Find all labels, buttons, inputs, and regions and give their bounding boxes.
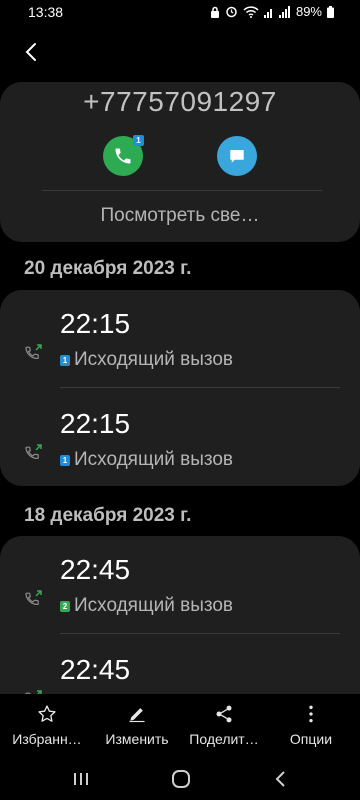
favorites-label: Избранн… [12,731,82,747]
phone-icon [115,148,131,164]
call-type-label: Исходящий вызов [74,449,234,470]
battery-percent: 89% [295,4,322,19]
call-time: 22:15 [60,408,131,439]
call-time: 22:45 [60,654,131,685]
system-nav-bar [0,758,360,800]
message-icon [230,150,244,163]
chevron-left-icon [25,43,36,61]
favorites-button[interactable]: Избранн… [2,694,92,758]
star-icon [38,705,56,722]
call-log-group: 22:45 2 Исходящий вызов 22:45 [0,536,360,696]
status-icons: 89% [210,4,334,19]
call-log-item[interactable]: 22:45 2 Исходящий вызов [0,550,360,646]
sim-badge: 1 [133,135,144,146]
home-button[interactable] [166,766,196,792]
back-nav-button[interactable] [266,766,296,792]
sim-badge: 1 [60,454,70,466]
chevron-left-icon [275,771,285,787]
phone-number: +77757091297 [83,86,277,117]
lock-icon [210,6,219,18]
call-type: 1 Исходящий вызов [60,449,233,471]
date-header: 20 декабря 2023 г. [24,258,192,279]
call-type: 1 Исходящий вызов [60,349,233,371]
call-time: 22:15 [60,308,131,339]
divider [42,190,322,191]
back-button[interactable] [18,38,46,66]
status-time: 13:38 [28,4,64,20]
pencil-icon [129,708,145,723]
call-log-item[interactable]: 22:45 [0,650,360,696]
call-log-group: 22:15 1 Исходящий вызов 22:15 1 Исходящи… [0,290,360,486]
share-label: Поделит… [189,731,259,747]
home-icon [172,770,190,788]
wifi-icon [243,5,259,18]
recents-icon [74,773,88,785]
recents-button[interactable] [66,766,96,792]
view-details-link[interactable]: Посмотреть све… [0,205,360,227]
outgoing-call-icon [25,590,42,606]
signal-icon-2 [278,5,290,18]
call-time: 22:45 [60,554,131,585]
battery-icon [327,5,334,18]
share-button[interactable]: Поделит… [179,694,269,758]
call-type-label: Исходящий вызов [74,595,234,616]
message-button[interactable] [217,136,257,176]
options-label: Опции [289,731,333,747]
options-button[interactable]: Опции [266,694,356,758]
outgoing-call-icon [25,444,42,460]
call-type-label: Исходящий вызов [74,349,234,370]
signal-icon-1 [263,8,272,18]
divider [60,633,340,634]
call-type: 2 Исходящий вызов [60,595,233,617]
call-log-item[interactable]: 22:15 1 Исходящий вызов [0,304,360,400]
date-header: 18 декабря 2023 г. [24,505,192,526]
edit-button[interactable]: Изменить [92,694,182,758]
outgoing-call-icon [25,344,42,360]
alarm-icon [226,6,237,18]
more-vertical-icon [309,705,313,723]
sim-badge: 1 [60,354,70,366]
status-bar: 13:38 89% [0,0,360,24]
divider [60,387,340,388]
contact-card: +77757091297 1 Посмотреть све… [0,82,360,242]
sim-badge: 2 [60,600,70,612]
bottom-action-bar: Избранн… Изменить Поделит… Опции [0,694,360,758]
call-log-item[interactable]: 22:15 1 Исходящий вызов [0,404,360,500]
share-icon [216,705,232,723]
edit-label: Изменить [105,731,169,747]
